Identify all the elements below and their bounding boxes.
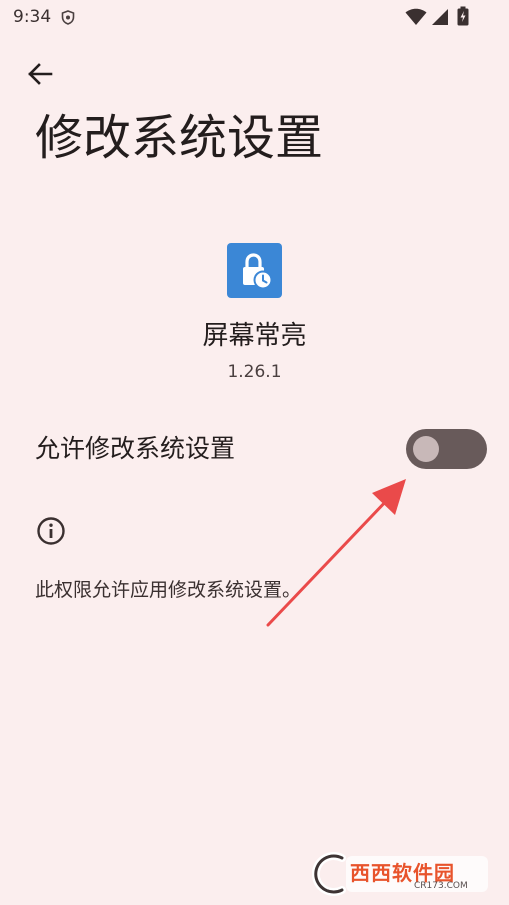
toggle-thumb: [413, 436, 439, 462]
lock-clock-icon: [242, 252, 272, 289]
app-icon: [227, 243, 282, 298]
status-bar: 9:34: [0, 0, 509, 36]
arrow-left-icon: [28, 63, 53, 85]
setting-label: 允许修改系统设置: [35, 434, 236, 463]
battery-charging-icon: [457, 6, 469, 26]
allow-modify-settings-toggle[interactable]: [406, 429, 487, 469]
info-description: 此权限允许应用修改系统设置。: [35, 579, 302, 601]
app-name: 屏幕常亮: [202, 321, 307, 351]
info-icon: [37, 517, 65, 545]
allow-modify-settings-row[interactable]: 允许修改系统设置: [0, 418, 509, 480]
back-button[interactable]: [20, 56, 60, 92]
wifi-icon: [405, 8, 427, 25]
page-title: 修改系统设置: [35, 110, 324, 166]
status-time: 9:34: [13, 7, 52, 27]
app-version: 1.26.1: [227, 362, 282, 382]
watermark-site: CR173.COM: [414, 881, 468, 891]
shield-icon: [61, 10, 75, 25]
cell-signal-icon: [432, 9, 448, 25]
